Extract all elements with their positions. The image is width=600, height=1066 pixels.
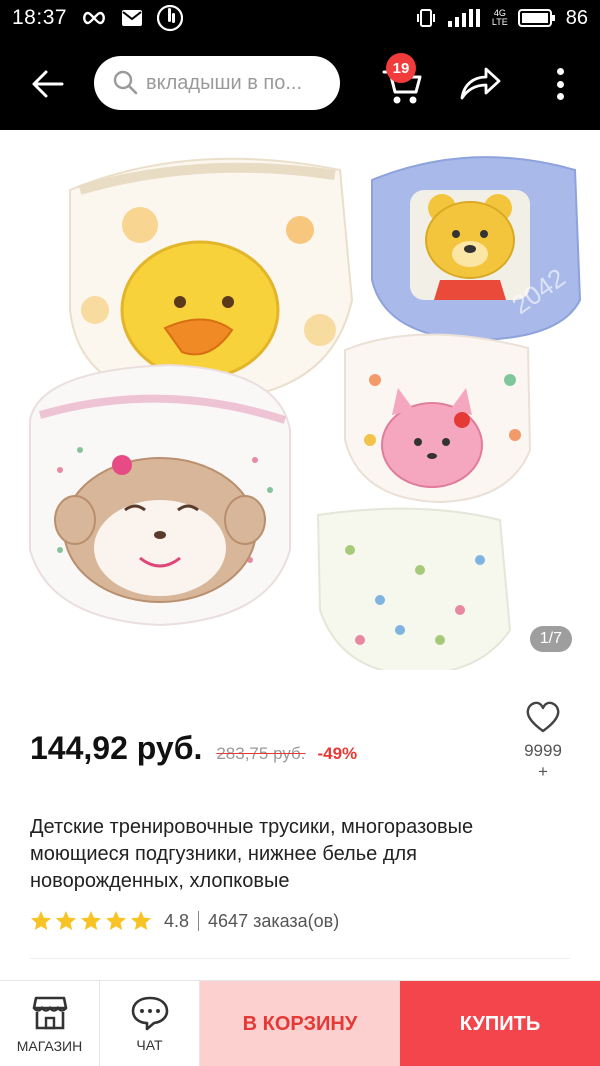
- search-icon: [112, 69, 140, 97]
- share-button[interactable]: [458, 64, 502, 104]
- rating-value: 4.8: [164, 910, 190, 931]
- star-icon: [131, 911, 151, 930]
- back-button[interactable]: [28, 64, 68, 104]
- app-header: вкладыши в по... 19: [0, 36, 600, 130]
- wishlist-button[interactable]: 9999 +: [516, 700, 570, 782]
- current-price: 144,92 руб.: [30, 730, 203, 766]
- store-label: МАГАЗИН: [16, 1038, 83, 1054]
- chat-label: ЧАТ: [136, 1037, 163, 1053]
- cat-panties-image: [344, 333, 532, 504]
- search-input[interactable]: вкладыши в по...: [94, 56, 340, 110]
- dot-icon: [556, 93, 564, 100]
- product-image-gallery[interactable]: 2042 1/7: [0, 130, 600, 670]
- heart-icon: [526, 701, 560, 733]
- product-image: 2042: [29, 156, 582, 670]
- price-row: 144,92 руб. 283,75 руб. -49%: [30, 730, 357, 767]
- battery-level: 86: [565, 6, 588, 29]
- status-bar: 18:37 4G LTE 86: [0, 0, 600, 36]
- old-price: 283,75 руб.: [216, 744, 306, 763]
- section-divider: [30, 958, 570, 959]
- lte-icon: 4G LTE: [491, 8, 508, 27]
- star-icon: [106, 911, 126, 930]
- chat-button[interactable]: ЧАТ: [100, 981, 200, 1066]
- touch-hand-icon: [157, 4, 184, 32]
- mail-icon: [121, 9, 143, 27]
- store-icon: [32, 996, 67, 1030]
- star-icon: [31, 911, 51, 930]
- search-placeholder: вкладыши в по...: [146, 71, 303, 94]
- cart-count-badge: 19: [386, 53, 416, 83]
- dot-icon: [556, 80, 564, 88]
- floral-panties-image: [316, 507, 512, 670]
- buy-now-button[interactable]: КУПИТЬ: [400, 981, 600, 1066]
- share-icon: [460, 67, 501, 100]
- bottom-action-bar: МАГАЗИН ЧАТ В КОРЗИНУ КУПИТЬ: [0, 980, 600, 1066]
- status-time: 18:37: [12, 6, 68, 29]
- star-icon: [56, 911, 76, 930]
- rating-stars: [30, 910, 152, 932]
- more-options-button[interactable]: [546, 62, 574, 106]
- battery-icon: [517, 8, 556, 28]
- arrow-left-icon: [32, 70, 64, 98]
- dot-icon: [556, 68, 564, 75]
- add-to-cart-button[interactable]: В КОРЗИНУ: [200, 981, 400, 1066]
- store-button[interactable]: МАГАЗИН: [0, 981, 100, 1066]
- vibrate-icon: [416, 8, 436, 28]
- bear-panties-image: 2042: [371, 156, 582, 342]
- discount-badge: -49%: [317, 744, 358, 763]
- infinity-icon: [81, 11, 107, 25]
- divider: [198, 911, 200, 931]
- chat-icon: [131, 996, 168, 1031]
- signal-icon: [446, 8, 482, 28]
- product-title: Детские тренировочные трусики, многоразо…: [30, 816, 474, 892]
- star-icon: [81, 911, 101, 930]
- monkey-panties-image: [29, 363, 291, 627]
- orders-count: 4647 заказа(ов): [208, 910, 340, 931]
- wishlist-count: 9999: [524, 741, 562, 760]
- rating-row[interactable]: 4.8 4647 заказа(ов): [30, 910, 339, 932]
- image-counter: 1/7: [529, 626, 572, 652]
- wishlist-count-plus: +: [538, 762, 548, 781]
- duck-panties-image: [69, 157, 354, 402]
